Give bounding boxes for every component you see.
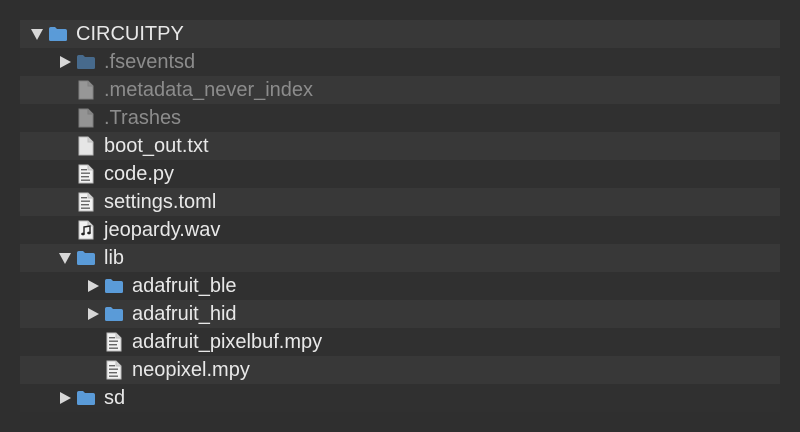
folder-icon <box>76 388 96 408</box>
tree-row-label: neopixel.mpy <box>132 359 250 381</box>
tree-row[interactable]: jeopardy.wav <box>20 216 780 244</box>
tree-row[interactable]: code.py <box>20 160 780 188</box>
tree-row-label: sd <box>104 387 126 409</box>
disclosure-expanded-icon[interactable] <box>56 244 74 272</box>
folder-icon <box>76 52 96 72</box>
file-tree: CIRCUITPY .fseventsd .metadata_never_index… <box>20 20 780 412</box>
tree-row[interactable]: boot_out.txt <box>20 132 780 160</box>
disclosure-collapsed-icon[interactable] <box>56 384 74 412</box>
script-file-icon <box>104 332 124 352</box>
disclosure-collapsed-icon[interactable] <box>84 272 102 300</box>
disclosure-collapsed-icon[interactable] <box>56 48 74 76</box>
file-icon <box>76 136 96 156</box>
audio-file-icon <box>76 220 96 240</box>
tree-row-label: code.py <box>104 163 175 185</box>
tree-row[interactable]: .metadata_never_index <box>20 76 780 104</box>
tree-row-label: CIRCUITPY <box>76 23 184 45</box>
tree-row[interactable]: .Trashes <box>20 104 780 132</box>
tree-row-label: adafruit_hid <box>132 303 237 325</box>
script-file-icon <box>76 164 96 184</box>
tree-row[interactable]: adafruit_pixelbuf.mpy <box>20 328 780 356</box>
script-file-icon <box>104 360 124 380</box>
disclosure-expanded-icon[interactable] <box>28 20 46 48</box>
tree-row-label: adafruit_pixelbuf.mpy <box>132 331 323 353</box>
tree-row[interactable]: adafruit_ble <box>20 272 780 300</box>
tree-row-label: .metadata_never_index <box>104 79 314 101</box>
folder-icon <box>104 276 124 296</box>
folder-icon <box>76 248 96 268</box>
script-file-icon <box>76 192 96 212</box>
tree-row[interactable]: sd <box>20 384 780 412</box>
tree-row[interactable]: lib <box>20 244 780 272</box>
tree-row[interactable]: settings.toml <box>20 188 780 216</box>
tree-row-label: boot_out.txt <box>104 135 209 157</box>
folder-icon <box>104 304 124 324</box>
tree-row[interactable]: adafruit_hid <box>20 300 780 328</box>
folder-icon <box>48 24 68 44</box>
file-icon <box>76 80 96 100</box>
tree-row[interactable]: neopixel.mpy <box>20 356 780 384</box>
tree-row-label: .fseventsd <box>104 51 196 73</box>
tree-row-label: settings.toml <box>104 191 217 213</box>
tree-row[interactable]: .fseventsd <box>20 48 780 76</box>
tree-row-label: adafruit_ble <box>132 275 237 297</box>
file-icon <box>76 108 96 128</box>
tree-row-label: .Trashes <box>104 107 182 129</box>
tree-row-label: lib <box>104 247 125 269</box>
disclosure-collapsed-icon[interactable] <box>84 300 102 328</box>
tree-row-label: jeopardy.wav <box>104 219 221 241</box>
tree-row[interactable]: CIRCUITPY <box>20 20 780 48</box>
